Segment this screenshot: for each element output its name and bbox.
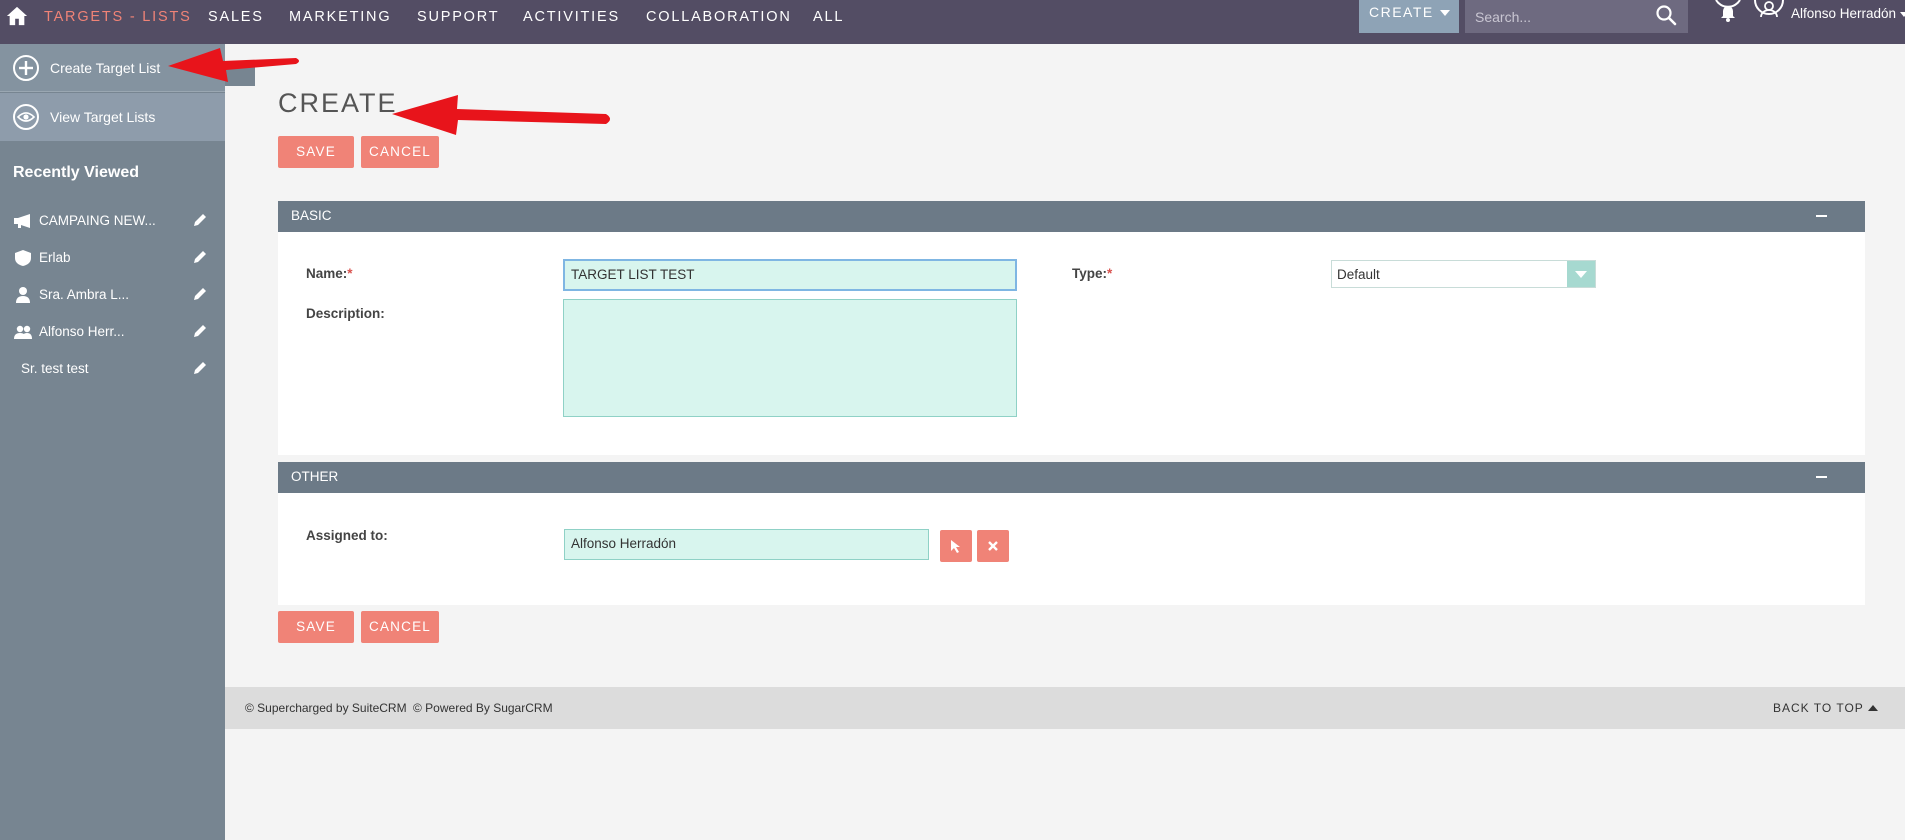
pencil-icon[interactable]: [192, 323, 208, 339]
name-label-text: Name:: [306, 266, 348, 281]
clear-user-button[interactable]: [977, 530, 1009, 562]
action-label: View Target Lists: [50, 109, 156, 125]
pencil-icon[interactable]: [192, 360, 208, 376]
recent-item-label: Alfonso Herr...: [39, 324, 125, 339]
collapse-minus-icon[interactable]: [1816, 215, 1827, 217]
cancel-button-bottom[interactable]: CANCEL: [361, 611, 439, 643]
cursor-arrow-icon: [951, 540, 960, 553]
view-target-lists-action[interactable]: View Target Lists: [0, 93, 225, 141]
bell-icon[interactable]: [1710, 0, 1746, 30]
user-name: Alfonso Herradón: [1791, 6, 1897, 21]
user-menu[interactable]: Alfonso Herradón: [1791, 6, 1905, 21]
close-icon: [988, 541, 998, 551]
basic-panel-header[interactable]: BASIC: [278, 201, 1865, 232]
megaphone-icon: [14, 214, 30, 228]
nav-collaboration[interactable]: COLLABORATION: [646, 9, 792, 25]
back-to-top-label: BACK TO TOP: [1773, 701, 1864, 715]
search-box: [1465, 0, 1688, 33]
cancel-button-top[interactable]: CANCEL: [361, 136, 439, 168]
recent-item-label: Sra. Ambra L...: [39, 287, 130, 302]
eye-icon: [13, 104, 39, 130]
pencil-icon[interactable]: [192, 286, 208, 302]
create-label: CREATE: [1369, 4, 1434, 20]
action-label: Create Target List: [50, 59, 161, 76]
recent-item[interactable]: Sra. Ambra L...: [0, 282, 225, 310]
description-label: Description:: [306, 306, 385, 321]
plus-circle-icon: [13, 54, 39, 81]
recent-item[interactable]: Alfonso Herr...: [0, 319, 225, 347]
type-select-value: Default: [1337, 267, 1380, 282]
home-icon[interactable]: [6, 5, 28, 27]
supercharged-link[interactable]: © Supercharged by SuiteCRM: [245, 701, 407, 715]
annotation-arrow-icon: [392, 95, 610, 135]
name-label: Name:*: [306, 266, 353, 281]
annotation-arrow-icon: [168, 48, 299, 82]
top-nav: TARGETS - LISTS SALES MARKETING SUPPORT …: [0, 0, 1905, 44]
search-icon[interactable]: [1654, 3, 1678, 27]
person-icon: [16, 287, 30, 303]
users-icon: [14, 325, 32, 339]
recent-item[interactable]: Erlab: [0, 245, 225, 273]
nav-marketing[interactable]: MARKETING: [289, 9, 391, 25]
recently-viewed-title: Recently Viewed: [13, 164, 139, 181]
select-user-button[interactable]: [940, 530, 972, 562]
recent-item-label: CAMPAING NEW...: [39, 213, 156, 228]
chevron-down-icon: [1567, 261, 1595, 287]
save-button-top[interactable]: SAVE: [278, 136, 354, 168]
sidebar: Create Target List View Target Lists Rec…: [0, 44, 225, 840]
create-dropdown-button[interactable]: CREATE: [1359, 0, 1459, 33]
nav-sales[interactable]: SALES: [208, 9, 264, 25]
assigned-to-input[interactable]: Alfonso Herradón: [564, 529, 929, 560]
recent-item-label: Erlab: [39, 250, 71, 265]
recent-item[interactable]: CAMPAING NEW...: [0, 208, 225, 236]
footer: © Supercharged by SuiteCRM © Powered By …: [225, 687, 1905, 729]
recent-item[interactable]: Sr. test test: [0, 356, 225, 384]
save-button-bottom[interactable]: SAVE: [278, 611, 354, 643]
user-avatar-icon[interactable]: [1752, 0, 1786, 26]
required-mark: *: [1107, 266, 1113, 281]
recent-item-label: Sr. test test: [21, 361, 89, 376]
name-input[interactable]: TARGET LIST TEST: [563, 259, 1017, 291]
other-panel: OTHER Assigned to: Alfonso Herradón: [278, 462, 1865, 605]
nav-support[interactable]: SUPPORT: [417, 9, 499, 25]
type-label: Type:*: [1072, 266, 1112, 281]
nav-activities[interactable]: ACTIVITIES: [523, 9, 620, 25]
nav-all[interactable]: ALL: [813, 9, 844, 25]
pencil-icon[interactable]: [192, 212, 208, 228]
type-select[interactable]: Default: [1331, 260, 1596, 288]
caret-down-icon: [1899, 11, 1905, 17]
other-panel-title: OTHER: [291, 469, 339, 484]
assigned-label: Assigned to:: [306, 528, 388, 543]
basic-panel-title: BASIC: [291, 208, 332, 223]
shield-icon: [15, 250, 31, 266]
caret-down-icon: [1439, 10, 1450, 17]
type-label-text: Type:: [1072, 266, 1108, 281]
powered-link[interactable]: © Powered By SugarCRM: [413, 701, 553, 715]
required-mark: *: [347, 266, 353, 281]
pencil-icon[interactable]: [192, 249, 208, 265]
back-to-top-link[interactable]: BACK TO TOP: [1773, 701, 1878, 715]
other-panel-header[interactable]: OTHER: [278, 462, 1865, 493]
caret-up-icon: [1867, 705, 1878, 711]
collapse-minus-icon[interactable]: [1816, 476, 1827, 478]
search-input[interactable]: [1465, 0, 1645, 33]
page-title: CREATE: [278, 88, 398, 118]
basic-panel: BASIC Name:* TARGET LIST TEST Descriptio…: [278, 201, 1865, 455]
description-textarea[interactable]: [563, 299, 1017, 417]
nav-targets-lists[interactable]: TARGETS - LISTS: [44, 9, 192, 25]
